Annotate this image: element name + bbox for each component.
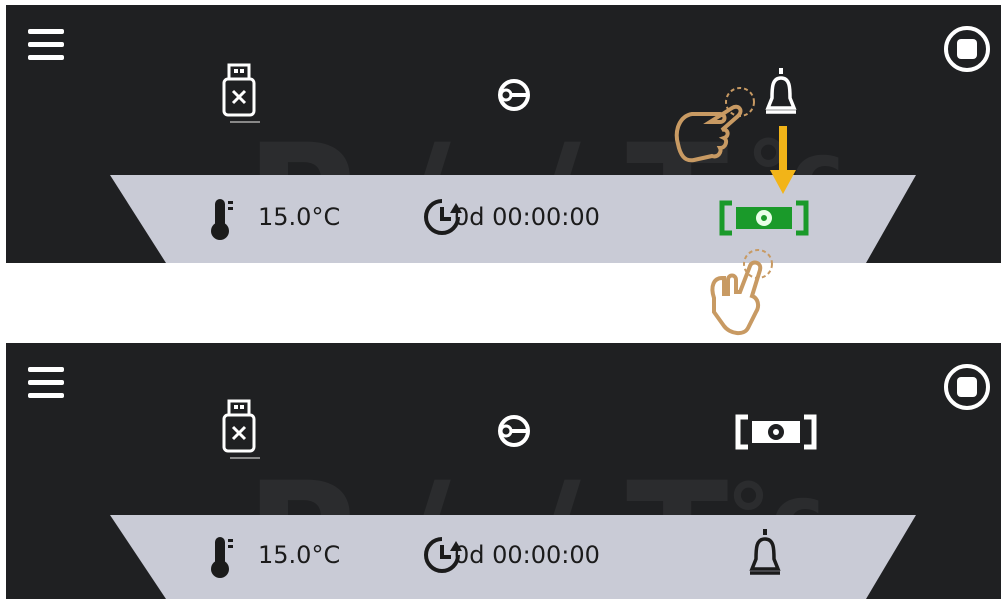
login-key-icon[interactable]: [492, 413, 540, 453]
status-panel: 15.0°C 0d 00:00:00: [6, 515, 1001, 599]
bell-icon[interactable]: [764, 68, 798, 122]
stop-button-icon[interactable]: [943, 363, 991, 411]
screen-bottom: P / / T °c 15.0°C 0d 00:00:00: [6, 343, 1001, 599]
screen-top: P / / T °c 15.0°C 0d 00:00:00: [6, 5, 1001, 263]
thermometer-icon: [210, 197, 236, 245]
settings-gear-icon[interactable]: [718, 199, 810, 241]
hamburger-menu-icon[interactable]: [28, 29, 64, 65]
usb-disconnected-icon[interactable]: [220, 63, 260, 129]
settings-gear-icon[interactable]: [734, 413, 818, 455]
hamburger-menu-icon[interactable]: [28, 367, 64, 403]
usb-disconnected-icon[interactable]: [220, 399, 260, 465]
stop-button-icon[interactable]: [943, 25, 991, 73]
login-key-icon[interactable]: [492, 77, 540, 117]
temperature-readout: 15.0°C: [258, 203, 341, 231]
timer-readout: 0d 00:00:00: [454, 203, 600, 231]
timer-readout: 0d 00:00:00: [454, 541, 600, 569]
status-panel: 15.0°C 0d 00:00:00: [6, 175, 1001, 263]
temperature-readout: 15.0°C: [258, 541, 341, 569]
bell-icon[interactable]: [748, 529, 782, 583]
thermometer-icon: [210, 535, 236, 583]
